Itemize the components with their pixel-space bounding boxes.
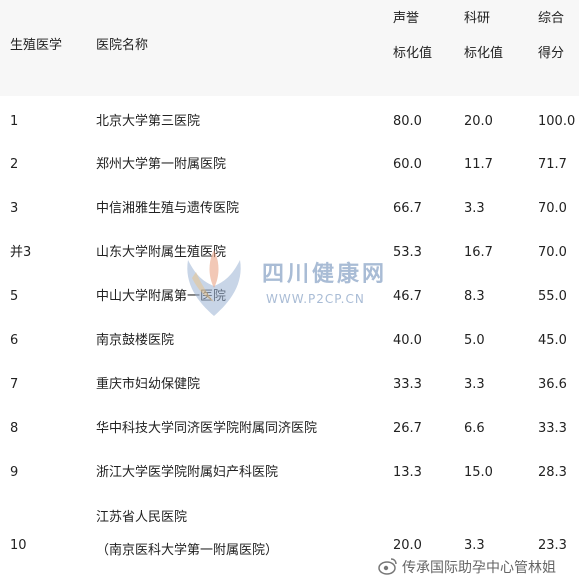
row-rank: 并3 — [10, 245, 32, 260]
row-reputation: 13.3 — [393, 465, 422, 480]
row-rank: 9 — [10, 465, 19, 480]
row-total: 36.6 — [538, 377, 567, 392]
row-hospital-name: 江苏省人民医院 — [96, 510, 188, 525]
header-research-top: 科研 — [464, 11, 491, 26]
row-research: 15.0 — [464, 465, 493, 480]
row-research: 11.7 — [464, 157, 493, 172]
weibo-icon — [378, 558, 397, 575]
row-total: 45.0 — [538, 333, 567, 348]
row-total: 23.3 — [538, 538, 567, 553]
row-rank: 7 — [10, 377, 19, 392]
watermark-url: WWW.P2CP.CN — [266, 292, 365, 306]
row-reputation: 26.7 — [393, 421, 422, 436]
row-total: 55.0 — [538, 289, 567, 304]
row-research: 8.3 — [464, 289, 485, 304]
row-reputation: 20.0 — [393, 538, 422, 553]
row-rank: 3 — [10, 201, 19, 216]
row-rank: 2 — [10, 157, 19, 172]
row-hospital-name: 重庆市妇幼保健院 — [96, 377, 201, 392]
row-research: 20.0 — [464, 114, 493, 129]
row-research: 16.7 — [464, 245, 493, 260]
header-total-top: 综合 — [538, 11, 565, 26]
header-reputation-top: 声誉 — [393, 11, 420, 26]
row-rank: 5 — [10, 289, 19, 304]
row-total: 70.0 — [538, 201, 567, 216]
watermark-title: 四川健康网 — [262, 262, 388, 287]
row-reputation: 46.7 — [393, 289, 422, 304]
row-research: 5.0 — [464, 333, 485, 348]
row-hospital-name: 北京大学第三医院 — [96, 114, 201, 129]
row-hospital-name: 中信湘雅生殖与遗传医院 — [96, 201, 240, 216]
row-reputation: 40.0 — [393, 333, 422, 348]
header-total-bottom: 得分 — [538, 46, 565, 61]
header-reputation-bottom: 标化值 — [393, 46, 433, 61]
header-rank: 生殖医学 — [10, 38, 63, 53]
row-rank: 10 — [10, 538, 27, 553]
row-rank: 8 — [10, 421, 19, 436]
row-total: 28.3 — [538, 465, 567, 480]
row-hospital-subname: （南京医科大学第一附属医院） — [96, 543, 279, 558]
row-total: 33.3 — [538, 421, 567, 436]
header-hospital-name: 医院名称 — [96, 38, 149, 53]
site-watermark: 四川健康网 WWW.P2CP.CN — [178, 238, 388, 328]
row-hospital-name: 郑州大学第一附属医院 — [96, 157, 227, 172]
phoenix-logo-icon — [187, 250, 241, 316]
weibo-watermark-text: 传承国际助孕中心管林姐 — [402, 560, 556, 576]
row-research: 3.3 — [464, 377, 485, 392]
row-research: 6.6 — [464, 421, 485, 436]
row-reputation: 80.0 — [393, 114, 422, 129]
row-reputation: 33.3 — [393, 377, 422, 392]
row-research: 3.3 — [464, 538, 485, 553]
row-total: 100.0 — [538, 114, 576, 129]
row-reputation: 53.3 — [393, 245, 422, 260]
row-rank: 1 — [10, 114, 19, 129]
header-research-bottom: 标化值 — [464, 46, 504, 61]
row-total: 71.7 — [538, 157, 567, 172]
row-hospital-name: 浙江大学医学院附属妇产科医院 — [96, 465, 279, 480]
row-research: 3.3 — [464, 201, 485, 216]
row-reputation: 60.0 — [393, 157, 422, 172]
row-reputation: 66.7 — [393, 201, 422, 216]
row-total: 70.0 — [538, 245, 567, 260]
row-hospital-name: 南京鼓楼医院 — [96, 333, 175, 348]
row-rank: 6 — [10, 333, 19, 348]
row-hospital-name: 华中科技大学同济医学院附属同济医院 — [96, 421, 318, 436]
